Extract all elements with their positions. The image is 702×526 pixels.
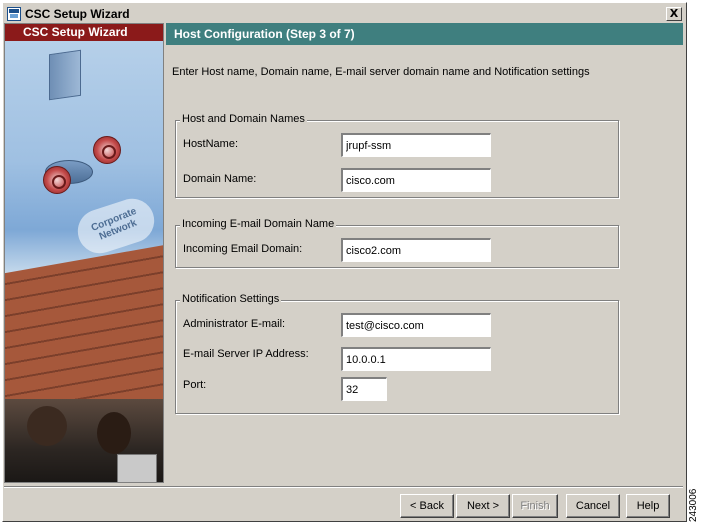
person-graphic [27, 406, 67, 446]
title-bar[interactable]: CSC Setup Wizard X [4, 4, 685, 24]
finish-button[interactable]: Finish [512, 494, 558, 518]
virus-icon [43, 166, 71, 194]
email-server-ip-label: E-mail Server IP Address: [183, 348, 309, 360]
monitor-graphic [117, 454, 157, 482]
email-server-ip-input[interactable] [341, 347, 491, 371]
sidebar-title: CSC Setup Wizard [5, 24, 163, 41]
person-graphic [97, 412, 131, 454]
cancel-button[interactable]: Cancel [566, 494, 620, 518]
domain-name-label: Domain Name: [183, 173, 257, 185]
port-label: Port: [183, 379, 207, 391]
group-title: Incoming E-mail Domain Name [180, 218, 337, 230]
group-title: Notification Settings [180, 293, 282, 305]
instructions-text: Enter Host name, Domain name, E-mail ser… [172, 66, 590, 78]
window-title: CSC Setup Wizard [25, 7, 130, 21]
back-button[interactable]: < Back [400, 494, 454, 518]
help-button[interactable]: Help [626, 494, 670, 518]
app-icon [7, 7, 21, 21]
port-input[interactable] [341, 377, 387, 401]
hostname-input[interactable] [341, 133, 491, 157]
incoming-email-label: Incoming Email Domain: [183, 243, 303, 255]
domain-name-input[interactable] [341, 168, 491, 192]
virus-icon [93, 136, 121, 164]
figure-code: 243006 [688, 488, 699, 522]
close-button[interactable]: X [666, 7, 682, 21]
group-title: Host and Domain Names [180, 113, 307, 125]
footer-separator [4, 486, 683, 488]
admin-email-label: Administrator E-mail: [183, 318, 286, 330]
hostname-label: HostName: [183, 138, 239, 150]
server-icon [49, 49, 81, 101]
admin-email-input[interactable] [341, 313, 491, 337]
step-header: Host Configuration (Step 3 of 7) [166, 23, 683, 45]
next-button[interactable]: Next > [456, 494, 510, 518]
incoming-email-input[interactable] [341, 238, 491, 262]
sidebar-banner: Corporate Network CSC Setup Wizard [4, 23, 164, 483]
